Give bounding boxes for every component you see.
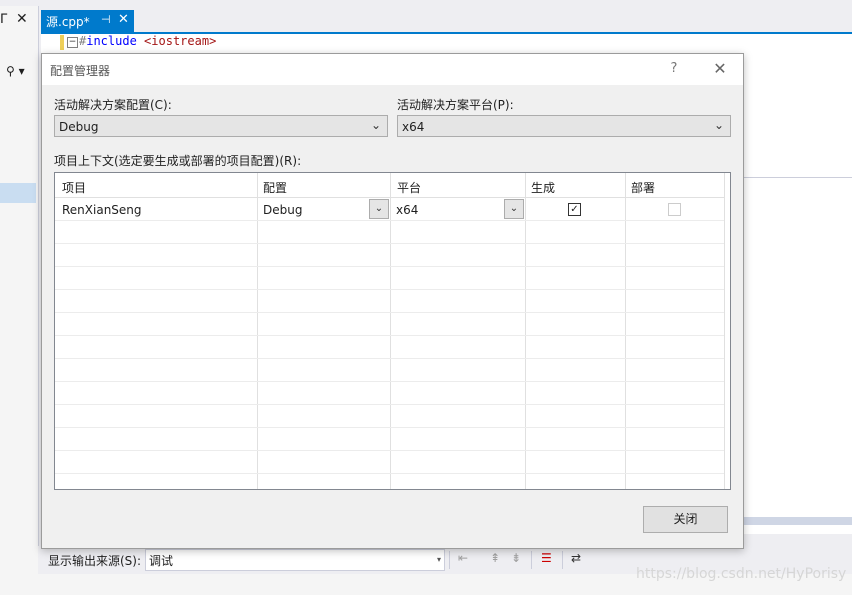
configuration-manager-dialog: 配置管理器 ? ✕ 活动解决方案配置(C): Debug ⌄ 活动解决方案平台(… (41, 53, 744, 549)
editor-divider (743, 177, 852, 178)
active-platform-select[interactable]: x64 ⌄ (397, 115, 731, 137)
row-divider (55, 358, 724, 359)
watermark: https://blog.csdn.net/HyPorisy (636, 566, 847, 582)
row-divider (55, 427, 724, 428)
deploy-checkbox (668, 203, 681, 216)
chevron-down-icon: ⌄ (370, 118, 381, 132)
active-platform-label: 活动解决方案平台(P): (397, 98, 514, 112)
row-divider (55, 243, 724, 244)
search-icon[interactable]: ⚲ ▾ (6, 64, 25, 78)
document-tab-title: 源.cpp* (46, 15, 90, 29)
word-wrap-icon[interactable]: ⇄ (571, 551, 581, 565)
output-source-label: 显示输出来源(S): (48, 554, 142, 568)
chevron-down-icon: ⌄ (713, 118, 724, 132)
row-divider (55, 404, 724, 405)
dialog-title: 配置管理器 (50, 64, 111, 78)
dialog-titlebar[interactable] (42, 54, 743, 85)
ide-top-strip (0, 0, 852, 6)
row-divider (55, 312, 724, 313)
close-icon[interactable]: ✕ (16, 11, 28, 27)
output-source-select[interactable]: 调试 ▾ (145, 549, 445, 571)
row-divider (55, 289, 724, 290)
config-cell-select[interactable]: Debug ⌄ (258, 199, 389, 219)
column-header-platform[interactable]: 平台 (397, 179, 421, 196)
active-config-label: 活动解决方案配置(C): (54, 98, 172, 112)
column-header-project[interactable]: 项目 (62, 179, 86, 196)
active-platform-value: x64 (402, 120, 425, 134)
fold-toggle-icon[interactable]: − (67, 37, 78, 48)
close-icon[interactable]: ✕ (708, 58, 732, 80)
active-config-select[interactable]: Debug ⌄ (54, 115, 388, 137)
config-cell-value: Debug (263, 203, 303, 217)
output-source-value: 调试 (149, 554, 174, 568)
tab-pin-icon[interactable]: ⊣ (101, 13, 111, 26)
tab-close-icon[interactable]: ✕ (118, 12, 129, 27)
change-marker (60, 35, 64, 50)
platform-cell-value: x64 (396, 203, 419, 217)
build-checkbox[interactable]: ✓ (568, 203, 581, 216)
find-previous-icon[interactable]: ⇞ (490, 551, 500, 565)
column-header-config[interactable]: 配置 (263, 179, 287, 196)
project-name-cell[interactable]: RenXianSeng (62, 203, 142, 217)
toolbar-separator (531, 551, 532, 569)
column-divider (724, 173, 725, 489)
column-header-deploy[interactable]: 部署 (631, 179, 655, 196)
panel-splitter[interactable] (743, 517, 852, 525)
row-divider (55, 266, 724, 267)
project-contexts-label: 项目上下文(选定要生成或部署的项目配置)(R): (54, 154, 302, 168)
close-button[interactable]: 关闭 (643, 506, 728, 533)
row-divider (55, 381, 724, 382)
find-next-icon[interactable]: ⇟ (511, 551, 521, 565)
goto-previous-icon[interactable]: ⇤ (458, 551, 468, 565)
code-header-name: <iostream> (144, 34, 217, 48)
pin-icon[interactable]: ᒥ (0, 12, 7, 27)
chevron-down-icon: ▾ (436, 555, 441, 564)
code-keyword: include (86, 34, 137, 48)
selected-tree-item[interactable] (0, 183, 36, 203)
chevron-down-icon[interactable]: ⌄ (504, 199, 524, 219)
code-line[interactable]: #include <iostream> (79, 34, 216, 48)
active-config-value: Debug (59, 120, 99, 134)
solution-explorer-pane (0, 6, 39, 595)
project-contexts-grid: 项目 配置 平台 生成 部署 RenXianSeng Debug ⌄ x64 ⌄… (54, 172, 731, 490)
toolbar-separator (562, 551, 563, 569)
chevron-down-icon[interactable]: ⌄ (369, 199, 389, 219)
header-divider (55, 197, 724, 198)
column-header-build[interactable]: 生成 (531, 179, 555, 196)
help-button[interactable]: ? (662, 58, 686, 80)
clear-all-icon[interactable]: ☰ (541, 551, 552, 565)
row-divider (55, 473, 724, 474)
toolbar-separator (449, 551, 450, 569)
platform-cell-select[interactable]: x64 ⌄ (391, 199, 524, 219)
row-divider (55, 220, 724, 221)
row-divider (55, 450, 724, 451)
row-divider (55, 335, 724, 336)
document-tab[interactable]: 源.cpp* ⊣ ✕ (41, 10, 134, 32)
